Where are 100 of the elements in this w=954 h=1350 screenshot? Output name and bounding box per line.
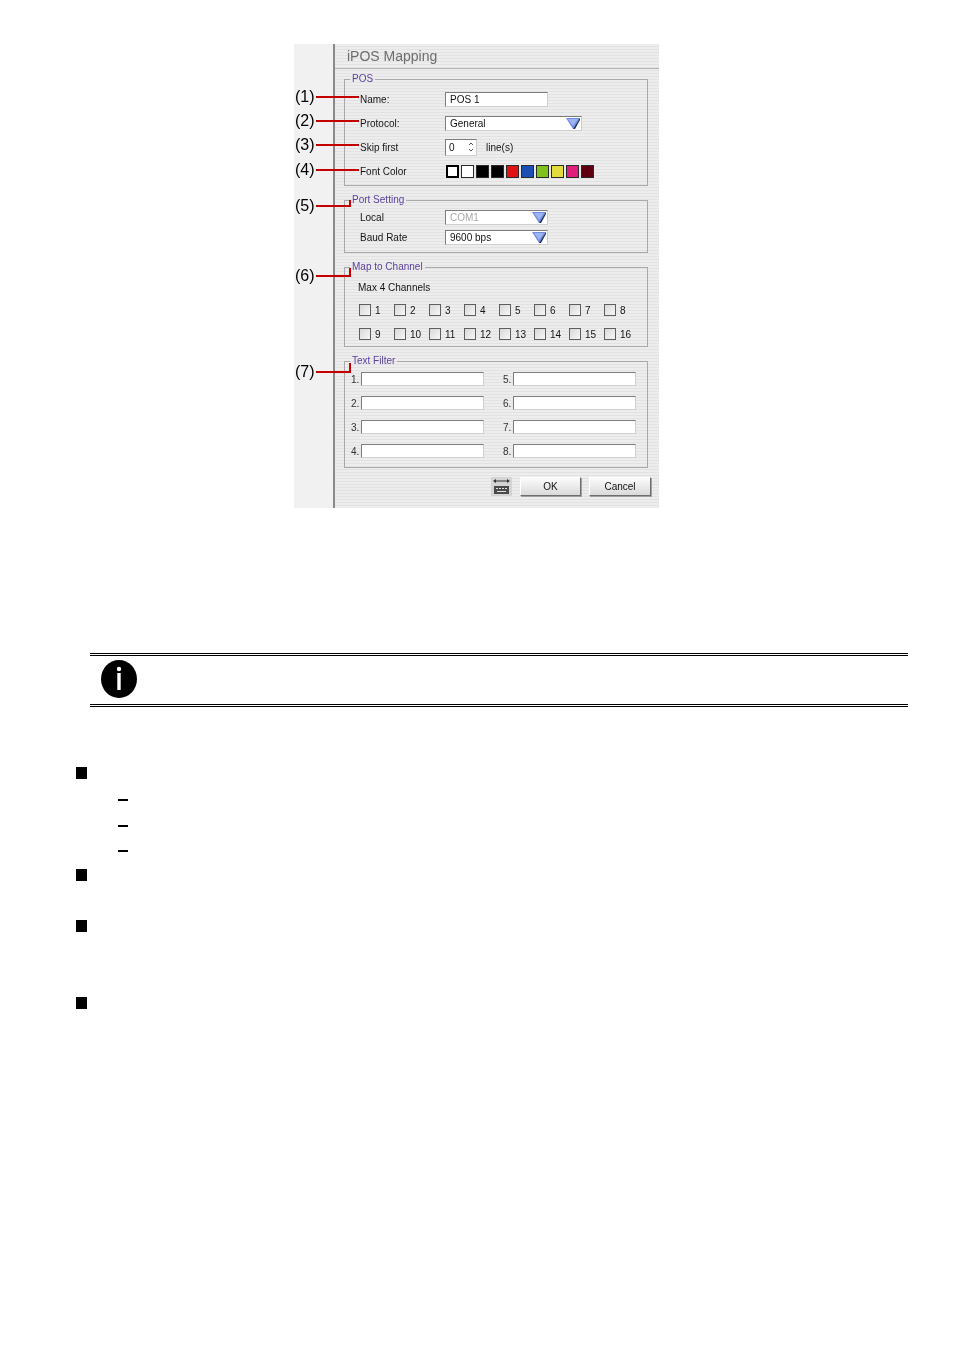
color-swatch[interactable] bbox=[476, 164, 489, 178]
field-label: Baud Rate bbox=[360, 231, 409, 243]
dialog-button[interactable]: Cancel bbox=[589, 477, 651, 496]
channel-checkbox[interactable] bbox=[569, 328, 581, 340]
channel-checkbox[interactable] bbox=[464, 328, 476, 340]
text-filter-field[interactable] bbox=[361, 396, 484, 410]
channel-checkbox[interactable] bbox=[394, 328, 406, 340]
text-filter-field[interactable] bbox=[513, 396, 636, 410]
square-bullet-icon bbox=[76, 767, 87, 779]
unit-label: line(s) bbox=[486, 141, 514, 153]
channel-label: 10 bbox=[410, 328, 422, 340]
text-filter-field[interactable] bbox=[361, 372, 484, 386]
callout-label: (4) bbox=[295, 161, 315, 179]
callout-label: (3) bbox=[295, 136, 315, 154]
dash-bullet-icon bbox=[118, 825, 128, 827]
channel-label: 11 bbox=[445, 328, 456, 340]
leader-line bbox=[315, 120, 360, 122]
text-filter-field[interactable] bbox=[361, 444, 484, 458]
channel-label: 5 bbox=[515, 304, 521, 316]
text-filter-field[interactable] bbox=[513, 420, 636, 434]
leader-line bbox=[315, 144, 360, 146]
field-number: 6. bbox=[503, 397, 513, 409]
square-bullet-icon bbox=[76, 869, 87, 881]
channel-limit-note: Max 4 Channels bbox=[358, 281, 431, 293]
spin-arrows-icon bbox=[468, 141, 474, 153]
dialog-button[interactable]: OK bbox=[520, 477, 581, 496]
text-filter-field[interactable] bbox=[513, 372, 636, 386]
channel-label: 14 bbox=[550, 328, 562, 340]
number-spinner[interactable]: 0 bbox=[445, 138, 477, 156]
callout-label: (7) bbox=[295, 363, 315, 381]
info-icon bbox=[101, 660, 137, 698]
field-number: 2. bbox=[351, 397, 361, 409]
channel-label: 6 bbox=[550, 304, 556, 316]
channel-checkbox[interactable] bbox=[499, 328, 511, 340]
field-label: Name: bbox=[360, 93, 391, 105]
channel-checkbox[interactable] bbox=[429, 328, 441, 340]
square-bullet-icon bbox=[76, 920, 87, 932]
channel-label: 2 bbox=[410, 304, 416, 316]
callout-label: (2) bbox=[295, 112, 315, 130]
channel-checkbox[interactable] bbox=[534, 304, 546, 316]
channel-label: 7 bbox=[585, 304, 591, 316]
dash-bullet-icon bbox=[118, 850, 128, 852]
color-swatch[interactable] bbox=[581, 164, 594, 178]
color-swatch[interactable] bbox=[566, 164, 579, 178]
leader-line bbox=[315, 96, 360, 98]
color-swatch[interactable] bbox=[461, 164, 474, 178]
channel-checkbox[interactable] bbox=[604, 328, 616, 340]
caret-icon bbox=[532, 231, 546, 243]
channel-checkbox[interactable] bbox=[359, 304, 371, 316]
channel-label: 16 bbox=[620, 328, 632, 340]
keyboard-button[interactable] bbox=[491, 477, 512, 496]
field-label: Local bbox=[360, 211, 385, 223]
field-label: Protocol: bbox=[360, 117, 401, 129]
dropdown[interactable]: General bbox=[445, 115, 582, 131]
field-label: Skip first bbox=[360, 141, 400, 153]
channel-checkbox[interactable] bbox=[604, 304, 616, 316]
field-label: Font Color bbox=[360, 165, 408, 177]
dash-bullet-icon bbox=[118, 799, 128, 801]
group-title: Map to Channel bbox=[351, 261, 424, 273]
channel-checkbox[interactable] bbox=[359, 328, 371, 340]
color-swatch[interactable] bbox=[521, 164, 534, 178]
channel-checkbox[interactable] bbox=[499, 304, 511, 316]
channel-label: 1 bbox=[375, 304, 381, 316]
field-number: 7. bbox=[503, 421, 513, 433]
color-swatch[interactable] bbox=[506, 164, 519, 178]
color-swatch[interactable] bbox=[536, 164, 549, 178]
leader-line bbox=[315, 169, 360, 171]
leader-line bbox=[315, 199, 351, 207]
channel-label: 12 bbox=[480, 328, 492, 340]
color-swatch[interactable] bbox=[491, 164, 504, 178]
color-swatch[interactable] bbox=[446, 164, 459, 178]
square-bullet-icon bbox=[76, 997, 87, 1009]
field-number: 8. bbox=[503, 445, 513, 457]
group-title: Text Filter bbox=[351, 355, 397, 367]
dropdown[interactable]: 9600 bps bbox=[445, 229, 548, 245]
channel-checkbox[interactable] bbox=[569, 304, 581, 316]
callout-label: (5) bbox=[295, 197, 315, 215]
color-swatch[interactable] bbox=[551, 164, 564, 178]
leader-line bbox=[315, 362, 351, 373]
channel-checkbox[interactable] bbox=[464, 304, 476, 316]
field-number: 4. bbox=[351, 445, 361, 457]
text-filter-field[interactable] bbox=[513, 444, 636, 458]
callout-label: (6) bbox=[295, 267, 315, 285]
callout-label: (1) bbox=[295, 88, 315, 106]
channel-checkbox[interactable] bbox=[429, 304, 441, 316]
channel-checkbox[interactable] bbox=[534, 328, 546, 340]
channel-checkbox[interactable] bbox=[394, 304, 406, 316]
field-number: 1. bbox=[351, 373, 361, 385]
dialog-title: iPOS Mapping bbox=[347, 47, 438, 65]
channel-label: 8 bbox=[620, 304, 626, 316]
field-number: 3. bbox=[351, 421, 361, 433]
channel-label: 9 bbox=[375, 328, 381, 340]
name-field[interactable]: POS 1 bbox=[445, 91, 548, 107]
channel-label: 3 bbox=[445, 304, 451, 316]
group-title: Port Setting bbox=[351, 194, 406, 206]
group-title: POS bbox=[351, 73, 375, 85]
channel-label: 15 bbox=[585, 328, 597, 340]
keyboard-icon bbox=[491, 477, 512, 496]
text-filter-field[interactable] bbox=[361, 420, 484, 434]
caret-icon bbox=[566, 117, 580, 129]
